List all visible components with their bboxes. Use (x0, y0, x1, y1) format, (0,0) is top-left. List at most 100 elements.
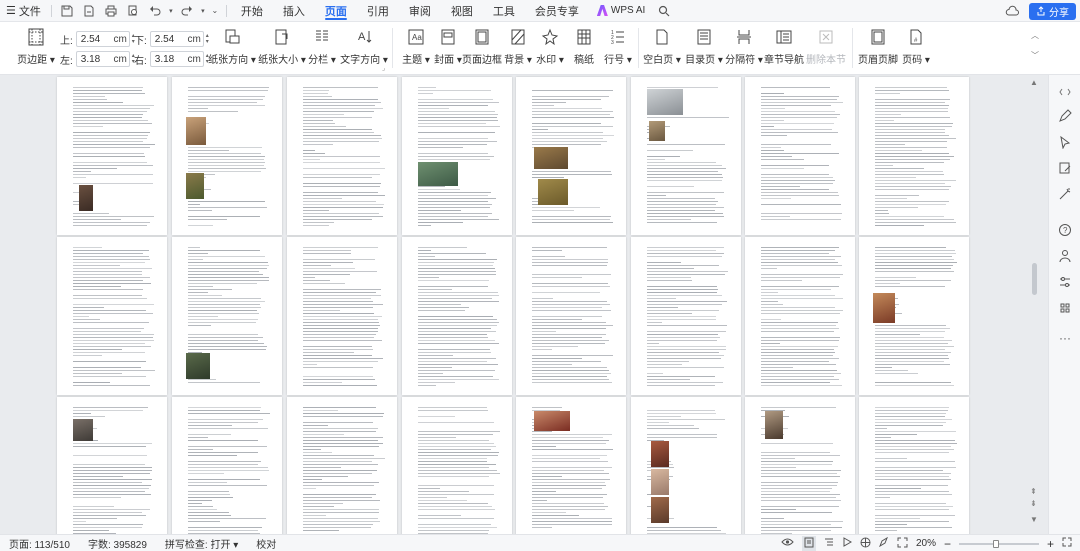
page-thumbnail[interactable] (172, 397, 282, 534)
text-direction-button[interactable]: A 文字方向 ▾ (340, 27, 388, 66)
select-pointer-icon[interactable] (1056, 133, 1074, 151)
columns-button[interactable]: 分栏 ▾ (302, 27, 342, 66)
blank-page-button[interactable]: 空白页 ▾ (642, 27, 682, 66)
page-thumbnail[interactable] (859, 237, 969, 395)
fit-page-icon[interactable] (897, 537, 908, 551)
tab-home[interactable]: 开始 (231, 0, 273, 22)
settings-sliders-icon[interactable] (1056, 273, 1074, 291)
scroll-up-icon[interactable]: ▲ (1030, 78, 1038, 87)
paper-size-button[interactable]: 纸张大小 ▾ (258, 27, 306, 66)
page-thumbnail[interactable] (57, 397, 167, 534)
margin-top-input[interactable]: 2.54 cm (75, 31, 130, 47)
collapse-ribbon-icon[interactable]: ︿ (1031, 30, 1039, 41)
page-thumbnail[interactable] (516, 397, 626, 534)
more-chevron-icon[interactable]: ⌄ (208, 0, 222, 22)
page-thumbnail[interactable] (859, 77, 969, 235)
margin-right-input[interactable]: 3.18 cm (149, 51, 204, 67)
spell-check-toggle[interactable]: 拼写检查: 打开 ▾ (156, 536, 247, 551)
eye-protection-icon[interactable] (781, 537, 794, 550)
page-thumbnail[interactable] (172, 77, 282, 235)
zoom-out-icon[interactable]: − (944, 537, 951, 551)
page-thumbnail[interactable] (172, 237, 282, 395)
margin-bottom-input[interactable]: 2.54 cm (149, 31, 204, 47)
page-thumbnail[interactable] (402, 397, 512, 534)
print-icon[interactable] (100, 0, 122, 22)
edit-document-icon[interactable] (1056, 159, 1074, 177)
page-indicator[interactable]: 页面: 113/510 (0, 536, 79, 551)
margin-bottom-spinner[interactable]: ▴ ▾ (206, 33, 209, 45)
tab-member[interactable]: 会员专享 (525, 0, 589, 22)
apps-icon[interactable] (1056, 299, 1074, 317)
outline-view-icon[interactable] (824, 537, 834, 550)
write-mode-icon[interactable] (878, 536, 889, 550)
page-thumbnail[interactable] (57, 77, 167, 235)
redo-icon[interactable] (176, 0, 198, 22)
page-thumbnail[interactable] (402, 237, 512, 395)
tab-page[interactable]: 页面 (315, 0, 357, 22)
vertical-scrollbar-thumb[interactable] (1032, 263, 1037, 295)
zoom-slider[interactable] (958, 539, 1039, 548)
page-thumbnail[interactable] (287, 237, 397, 395)
document-area[interactable]: ▲ ⇞ ⇟ ▼ (0, 75, 1048, 534)
save-icon[interactable] (56, 0, 78, 22)
page-thumbnail[interactable] (57, 237, 167, 395)
scroll-top-icon[interactable]: ⇞ (1030, 487, 1037, 496)
group-expand-icon[interactable]: ⌟ (382, 64, 385, 72)
share-button[interactable]: 分享 (1029, 2, 1076, 20)
page-thumbnail[interactable] (402, 77, 512, 235)
chapter-nav-button[interactable]: 章节导航 (764, 27, 804, 66)
print-preview-icon[interactable] (122, 0, 144, 22)
tab-tools[interactable]: 工具 (483, 0, 525, 22)
export-pdf-icon[interactable] (78, 0, 100, 22)
play-icon[interactable] (842, 537, 852, 550)
fullscreen-icon[interactable] (1062, 537, 1072, 550)
header-footer-button[interactable]: 页眉页脚 (858, 27, 898, 66)
ribbon-scroll-down-icon[interactable]: ﹀ (1031, 50, 1039, 61)
undo-icon[interactable] (144, 0, 166, 22)
page-border-button[interactable]: 页面边框 (462, 27, 502, 66)
tab-view[interactable]: 视图 (441, 0, 483, 22)
zoom-slider-thumb[interactable] (992, 539, 999, 548)
share-people-icon[interactable] (1056, 247, 1074, 265)
page-thumbnail[interactable] (287, 397, 397, 534)
tab-insert[interactable]: 插入 (273, 0, 315, 22)
page-thumbnail[interactable] (745, 397, 855, 534)
zoom-in-icon[interactable]: + (1047, 537, 1054, 551)
wps-ai-button[interactable]: WPS AI (589, 5, 653, 16)
magic-wand-icon[interactable] (1056, 185, 1074, 203)
page-thumbnail[interactable] (516, 237, 626, 395)
page-thumbnail[interactable] (631, 397, 741, 534)
tab-review[interactable]: 审阅 (399, 0, 441, 22)
page-thumbnail[interactable] (745, 237, 855, 395)
toc-page-button[interactable]: 目录页 ▾ (684, 27, 724, 66)
page-thumbnail[interactable] (859, 397, 969, 534)
page-thumbnail[interactable] (287, 77, 397, 235)
word-count[interactable]: 字数: 395829 (79, 536, 156, 551)
pen-icon[interactable] (1056, 107, 1074, 125)
zoom-level[interactable]: 20% (916, 538, 936, 549)
page-thumbnail[interactable] (631, 237, 741, 395)
page-thumbnail[interactable] (631, 77, 741, 235)
paper-direction-button[interactable]: 纸张方向 ▾ (208, 27, 256, 66)
redo-dropdown-icon[interactable]: ▾ (198, 0, 208, 22)
proofread-button[interactable]: 校对 (247, 536, 285, 551)
tab-references[interactable]: 引用 (357, 0, 399, 22)
more-icon[interactable]: ··· (1056, 329, 1074, 347)
page-margin-button[interactable]: 页边距 ▾ (16, 27, 56, 66)
collapse-icon[interactable] (1056, 83, 1074, 101)
help-icon[interactable]: ? (1056, 221, 1074, 239)
page-thumbnail[interactable] (745, 77, 855, 235)
separator-button[interactable]: 分隔符 ▾ (724, 27, 764, 66)
margin-left-input[interactable]: 3.18 cm (75, 51, 130, 67)
file-menu[interactable]: ☰ 文件 (0, 0, 47, 22)
page-number-button[interactable]: # 页码 ▾ (896, 27, 936, 66)
scroll-bottom-icon[interactable]: ⇟ (1030, 499, 1037, 508)
search-icon[interactable] (653, 0, 675, 22)
page-thumbnail[interactable] (516, 77, 626, 235)
cloud-icon[interactable] (1001, 0, 1023, 22)
line-number-button[interactable]: 123 行号 ▾ (598, 27, 638, 66)
page-view-icon[interactable] (801, 535, 816, 551)
scroll-down-icon[interactable]: ▼ (1030, 515, 1038, 524)
undo-dropdown-icon[interactable]: ▾ (166, 0, 176, 22)
web-view-icon[interactable] (860, 537, 871, 551)
